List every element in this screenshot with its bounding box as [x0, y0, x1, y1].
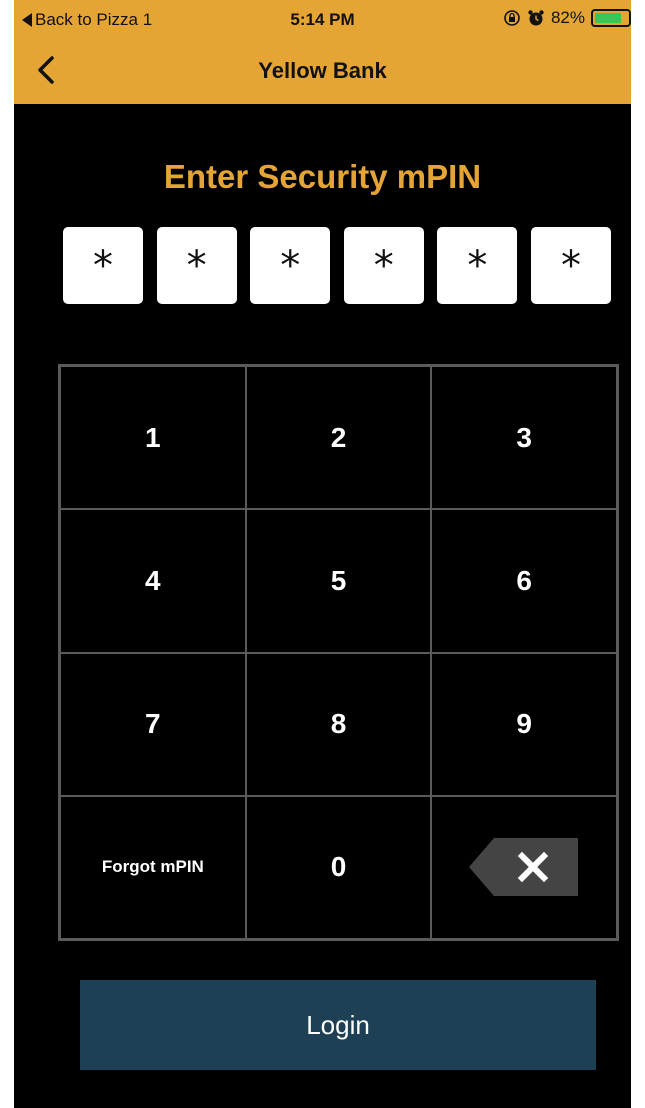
orientation-lock-icon: [503, 9, 521, 27]
pin-digit-box[interactable]: *: [63, 227, 143, 304]
key-9[interactable]: 9: [431, 652, 617, 796]
key-2[interactable]: 2: [245, 366, 432, 510]
pin-digit-box[interactable]: *: [530, 227, 611, 304]
numeric-keypad: 1 2 3 4 5 6 7 8 9 Forgot mPIN 0: [58, 364, 619, 941]
forgot-mpin-button[interactable]: Forgot mPIN: [60, 795, 246, 939]
pin-digit-box[interactable]: *: [343, 227, 424, 304]
key-6[interactable]: 6: [431, 509, 617, 653]
alarm-clock-icon: [527, 9, 545, 27]
header: Back to Pizza 1 5:14 PM 82% Yellow Bank: [14, 0, 631, 104]
pin-input-row[interactable]: * * * * * *: [63, 227, 611, 304]
battery-icon: [591, 9, 631, 27]
pin-digit-box[interactable]: *: [437, 227, 518, 304]
battery-level-fill: [595, 13, 622, 23]
key-5[interactable]: 5: [245, 509, 432, 653]
status-bar: Back to Pizza 1 5:14 PM 82%: [14, 0, 631, 44]
backspace-icon: [468, 837, 580, 897]
key-1[interactable]: 1: [60, 366, 246, 510]
page-title: Yellow Bank: [258, 58, 387, 83]
status-indicators: 82%: [503, 8, 631, 28]
key-4[interactable]: 4: [60, 509, 246, 653]
login-button[interactable]: Login: [80, 980, 596, 1070]
pin-heading: Enter Security mPIN: [163, 158, 482, 195]
key-3[interactable]: 3: [431, 366, 617, 510]
key-8[interactable]: 8: [245, 652, 432, 796]
battery-percent: 82%: [550, 8, 585, 27]
key-0[interactable]: 0: [245, 795, 432, 939]
key-7[interactable]: 7: [60, 652, 246, 796]
pin-digit-box[interactable]: *: [156, 227, 237, 304]
nav-bar: Yellow Bank: [14, 44, 631, 104]
backspace-button[interactable]: [431, 795, 617, 939]
app-screen: Back to Pizza 1 5:14 PM 82% Yellow Bank …: [14, 0, 631, 1108]
pin-digit-box[interactable]: *: [250, 227, 331, 304]
